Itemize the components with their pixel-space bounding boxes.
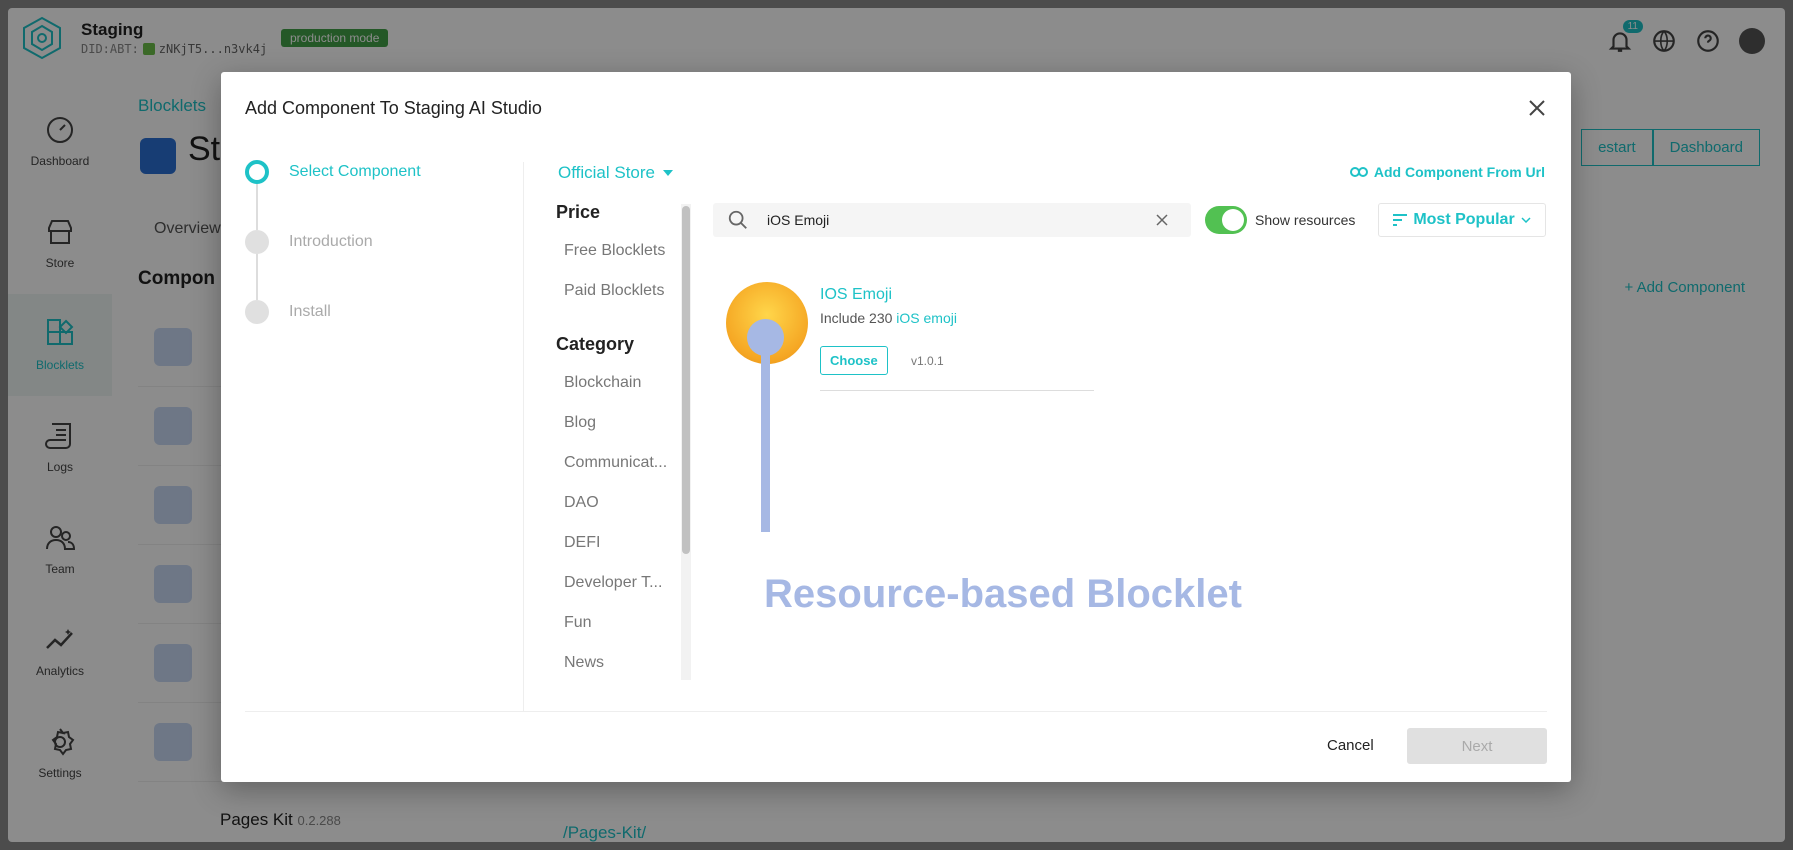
filter-panel: Price Free Blocklets Paid Blocklets Cate… <box>556 202 676 682</box>
annotation-label: Resource-based Blocklet <box>764 572 1242 616</box>
store-select[interactable]: Official Store <box>558 163 674 183</box>
search-input[interactable] <box>767 212 1147 228</box>
dialog-title: Add Component To Staging AI Studio <box>245 98 542 118</box>
annotation-pointer-dot <box>747 319 784 356</box>
result-version: v1.0.1 <box>911 354 944 368</box>
filter-category-blog[interactable]: Blog <box>564 414 674 432</box>
search-box <box>713 203 1191 237</box>
store-select-value: Official Store <box>558 163 656 182</box>
filter-free-blocklets[interactable]: Free Blocklets <box>564 242 674 260</box>
step-label: Select Component <box>289 163 421 180</box>
step-introduction: Introduction <box>245 230 373 254</box>
filter-category-defi[interactable]: DEFI <box>564 534 674 552</box>
add-from-url-button[interactable]: Add Component From Url <box>1349 164 1545 180</box>
cancel-button[interactable]: Cancel <box>1327 737 1374 754</box>
step-label: Install <box>289 303 331 320</box>
scrollbar-thumb[interactable] <box>682 206 690 554</box>
step-connector <box>256 184 258 230</box>
desc-highlight: iOS emoji <box>896 310 957 326</box>
desc-prefix: Include 230 <box>820 310 897 326</box>
show-resources-label: Show resources <box>1255 212 1356 228</box>
add-from-url-label: Add Component From Url <box>1373 164 1545 180</box>
choose-button[interactable]: Choose <box>820 346 888 375</box>
sort-label: Most Popular <box>1413 211 1515 228</box>
search-icon <box>728 210 747 229</box>
filter-scrollbar[interactable] <box>681 204 691 680</box>
step-connector <box>256 254 258 300</box>
step-indicator <box>245 300 269 324</box>
step-indicator <box>245 230 269 254</box>
annotation-pointer-line <box>761 332 770 532</box>
filter-category-fun[interactable]: Fun <box>564 614 674 632</box>
toggle-knob <box>1222 209 1244 231</box>
sort-icon <box>1393 214 1408 226</box>
step-install: Install <box>245 300 331 324</box>
filter-category-developer-tools[interactable]: Developer T... <box>564 574 674 592</box>
step-indicator <box>245 160 269 184</box>
clear-icon[interactable] <box>1155 213 1169 227</box>
filter-category-communication[interactable]: Communicat... <box>564 454 674 472</box>
close-icon[interactable] <box>1525 96 1549 120</box>
filter-paid-blocklets[interactable]: Paid Blocklets <box>564 282 674 300</box>
step-select-component: Select Component <box>245 160 421 184</box>
link-icon <box>1349 167 1368 177</box>
show-resources-toggle[interactable] <box>1205 206 1247 234</box>
add-component-dialog: Add Component To Staging AI Studio Selec… <box>221 72 1571 782</box>
filter-category-news[interactable]: News <box>564 654 674 672</box>
card-divider <box>820 390 1094 391</box>
filter-heading-price: Price <box>556 202 601 222</box>
chevron-down-icon <box>1521 217 1531 223</box>
caret-down-icon <box>663 170 674 176</box>
divider <box>523 162 524 712</box>
filter-heading-category: Category <box>556 334 635 354</box>
result-name[interactable]: IOS Emoji <box>820 286 892 304</box>
next-button[interactable]: Next <box>1407 728 1547 764</box>
filter-category-dao[interactable]: DAO <box>564 494 674 512</box>
sort-select[interactable]: Most Popular <box>1378 203 1546 237</box>
result-description: Include 230 iOS emoji <box>820 310 957 326</box>
footer-divider <box>245 711 1547 712</box>
filter-category-blockchain[interactable]: Blockchain <box>564 374 674 392</box>
step-label: Introduction <box>289 233 373 250</box>
